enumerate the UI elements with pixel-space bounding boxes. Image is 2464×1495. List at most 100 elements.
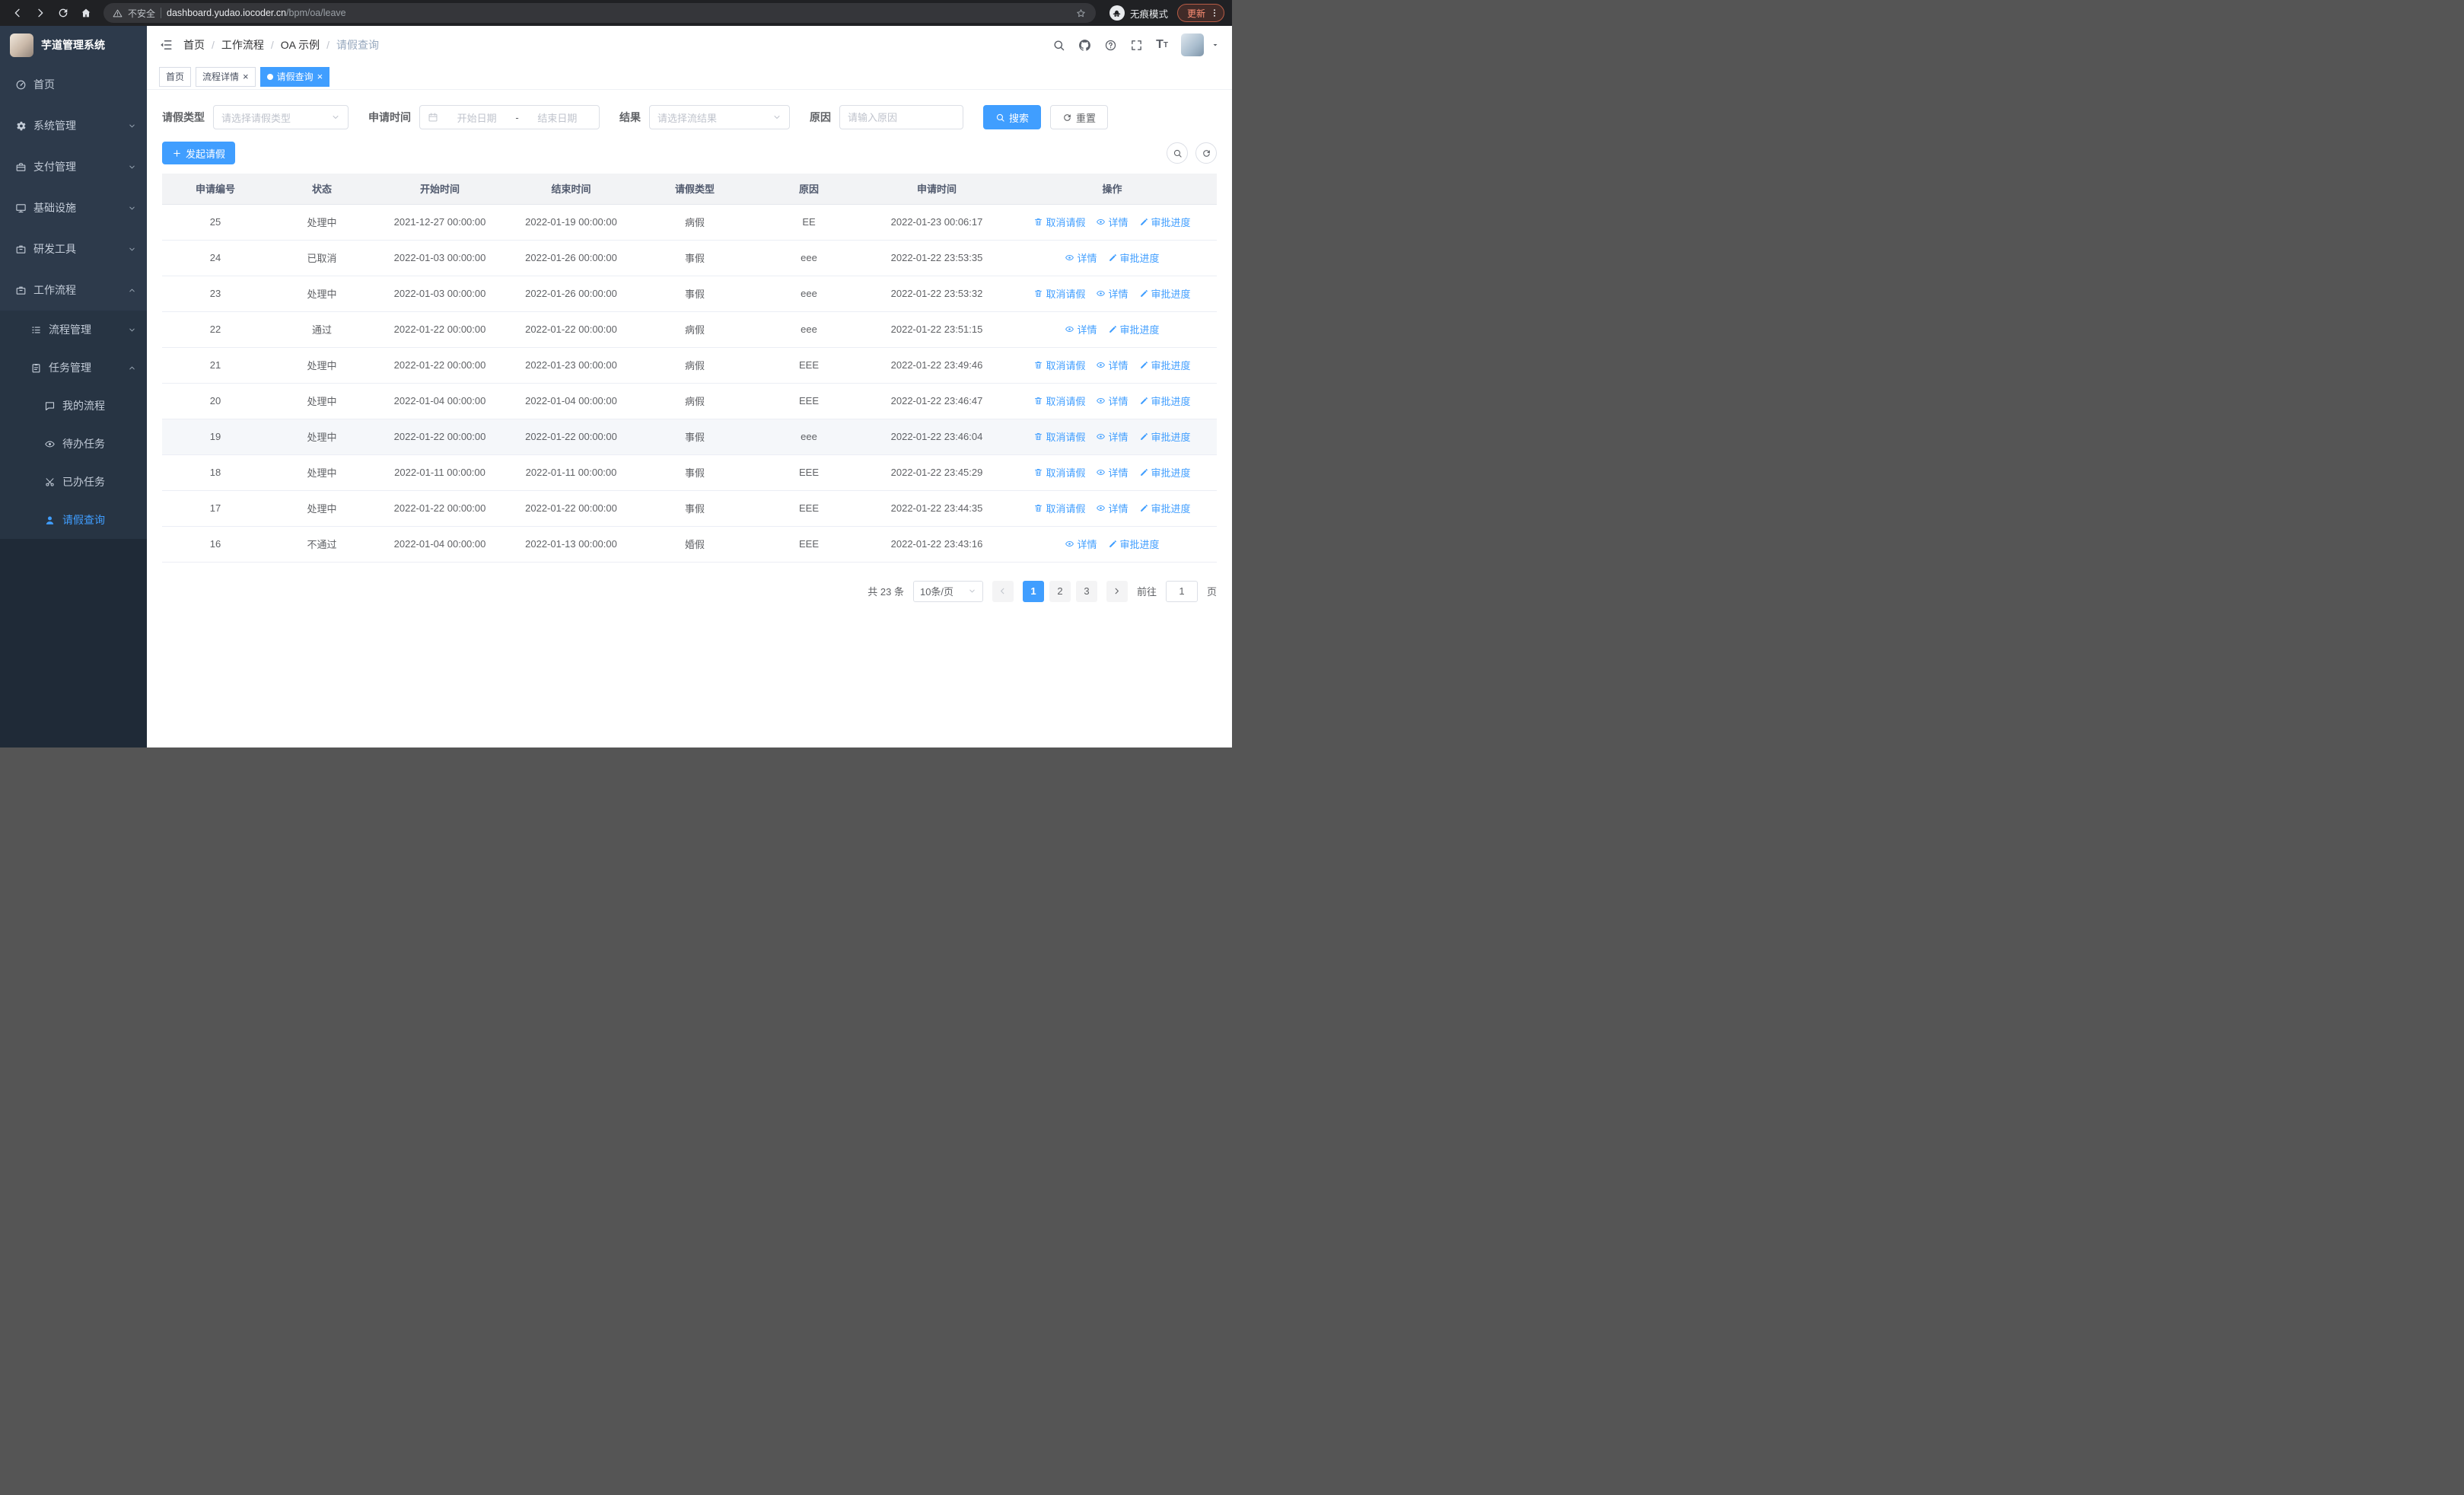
page-size-select[interactable]: 10条/页 (912, 580, 983, 602)
leave-type-select[interactable]: 请选择请假类型 (213, 105, 349, 129)
result-placeholder: 请选择流结果 (657, 112, 718, 124)
reset-button[interactable]: 重置 (1050, 105, 1109, 129)
detail-link[interactable]: 详情 (1065, 322, 1097, 336)
cell-start-time: 2022-01-22 00:00:00 (375, 347, 505, 384)
cancel-leave-link[interactable]: 取消请假 (1033, 358, 1085, 372)
create-leave-button[interactable]: 发起请假 (162, 142, 236, 164)
goto-page-input[interactable] (1165, 580, 1198, 602)
sidebar-item-infrastructure[interactable]: 基础设施 (0, 187, 147, 228)
cancel-leave-link[interactable]: 取消请假 (1033, 429, 1085, 444)
approval-progress-link[interactable]: 审批进度 (1139, 465, 1191, 480)
page-size-value: 10条/页 (919, 586, 954, 598)
detail-link[interactable]: 详情 (1096, 215, 1129, 229)
sidebar-item-home[interactable]: 首页 (0, 64, 147, 105)
progress-icon (1108, 324, 1118, 334)
help-icon[interactable] (1104, 39, 1117, 52)
cell-apply-time: 2022-01-22 23:43:16 (866, 526, 1008, 563)
sidebar-item-process-management[interactable]: 流程管理 (0, 311, 147, 349)
workflow-submenu: 流程管理 任务管理 我的流程 待办任务 已办任务 请假查询 (0, 311, 147, 539)
detail-link[interactable]: 详情 (1065, 250, 1097, 265)
sidebar-item-my-process[interactable]: 我的流程 (0, 387, 147, 425)
cell-status: 处理中 (269, 204, 375, 241)
approval-progress-link[interactable]: 审批进度 (1139, 358, 1191, 372)
chevron-right-icon (1112, 586, 1122, 596)
reason-input[interactable] (839, 105, 963, 129)
user-menu-caret-icon[interactable] (1211, 40, 1220, 49)
address-bar[interactable]: 不安全 dashboard.yudao.iocoder.cn/bpm/oa/le… (103, 3, 1096, 23)
tab-leave-query[interactable]: 请假查询 × (259, 66, 330, 87)
next-page-button[interactable] (1106, 580, 1128, 602)
font-size-icon[interactable]: TT (1156, 38, 1168, 52)
approval-progress-link[interactable]: 审批进度 (1108, 537, 1160, 551)
detail-link[interactable]: 详情 (1096, 429, 1129, 444)
bookmark-star-icon[interactable] (1075, 8, 1087, 19)
browser-menu-icon[interactable] (1209, 8, 1220, 18)
leave-type-placeholder: 请选择请假类型 (221, 112, 291, 124)
close-icon[interactable]: × (317, 72, 323, 81)
page-button-1[interactable]: 1 (1022, 580, 1044, 602)
pagination: 共 23 条 10条/页 123 前往 页 (162, 580, 1217, 602)
detail-icon (1065, 539, 1074, 549)
user-avatar[interactable] (1181, 33, 1204, 56)
header-search-icon[interactable] (1052, 39, 1065, 52)
approval-progress-link[interactable]: 审批进度 (1108, 322, 1160, 336)
breadcrumb-item-workflow[interactable]: 工作流程 (221, 37, 264, 53)
tab-process-detail[interactable]: 流程详情 × (196, 66, 256, 87)
detail-link[interactable]: 详情 (1096, 465, 1129, 480)
cancel-leave-link[interactable]: 取消请假 (1033, 215, 1085, 229)
detail-link[interactable]: 详情 (1096, 286, 1129, 301)
approval-progress-link[interactable]: 审批进度 (1139, 394, 1191, 408)
toggle-search-button[interactable] (1167, 142, 1188, 164)
approval-progress-link[interactable]: 审批进度 (1139, 501, 1191, 515)
refresh-table-button[interactable] (1195, 142, 1217, 164)
breadcrumb-separator: / (212, 39, 215, 51)
browser-home-button[interactable] (76, 3, 96, 23)
sidebar-item-done-tasks[interactable]: 已办任务 (0, 463, 147, 501)
browser-back-button[interactable] (8, 3, 27, 23)
monitor-icon (15, 202, 27, 214)
sidebar-item-leave-query[interactable]: 请假查询 (0, 501, 147, 539)
sidebar-item-todo-tasks[interactable]: 待办任务 (0, 425, 147, 463)
page-button-3[interactable]: 3 (1075, 580, 1097, 602)
sidebar-item-system[interactable]: 系统管理 (0, 105, 147, 146)
approval-progress-link[interactable]: 审批进度 (1139, 429, 1191, 444)
breadcrumb-item-home[interactable]: 首页 (183, 37, 205, 53)
detail-link[interactable]: 详情 (1096, 358, 1129, 372)
leave-type-label: 请假类型 (162, 111, 205, 123)
result-select[interactable]: 请选择流结果 (649, 105, 790, 129)
browser-forward-button[interactable] (30, 3, 50, 23)
sidebar-item-workflow[interactable]: 工作流程 (0, 269, 147, 311)
cancel-leave-link[interactable]: 取消请假 (1033, 394, 1085, 408)
fullscreen-icon[interactable] (1130, 39, 1143, 52)
breadcrumb-item-oa-example[interactable]: OA 示例 (281, 37, 320, 53)
cell-status: 处理中 (269, 383, 375, 419)
sidebar-collapse-button[interactable] (159, 38, 173, 52)
sidebar-item-label: 请假查询 (62, 514, 105, 526)
cancel-leave-link[interactable]: 取消请假 (1033, 286, 1085, 301)
app-logo[interactable]: 芋道管理系统 (0, 26, 147, 64)
browser-update-button[interactable]: 更新 (1176, 4, 1224, 22)
page-button-2[interactable]: 2 (1049, 580, 1071, 602)
sidebar-item-payment[interactable]: 支付管理 (0, 146, 147, 187)
sidebar-item-task-management[interactable]: 任务管理 (0, 349, 147, 387)
apply-time-range-picker[interactable]: 开始日期 - 结束日期 (419, 105, 600, 129)
search-button[interactable]: 搜索 (983, 105, 1042, 129)
detail-link[interactable]: 详情 (1096, 394, 1129, 408)
detail-link[interactable]: 详情 (1065, 537, 1097, 551)
approval-progress-link[interactable]: 审批进度 (1108, 250, 1160, 265)
goto-label: 前往 (1136, 586, 1157, 598)
approval-progress-link[interactable]: 审批进度 (1139, 215, 1191, 229)
browser-reload-button[interactable] (53, 3, 73, 23)
cancel-leave-link[interactable]: 取消请假 (1033, 501, 1085, 515)
github-icon[interactable] (1078, 39, 1091, 52)
task-submenu: 我的流程 待办任务 已办任务 请假查询 (0, 387, 147, 539)
progress-icon (1108, 539, 1118, 549)
sidebar-item-devtools[interactable]: 研发工具 (0, 228, 147, 269)
approval-progress-link[interactable]: 审批进度 (1139, 286, 1191, 301)
close-icon[interactable]: × (243, 72, 249, 81)
cancel-leave-link[interactable]: 取消请假 (1033, 465, 1085, 480)
tab-home[interactable]: 首页 (159, 66, 192, 87)
detail-link[interactable]: 详情 (1096, 501, 1129, 515)
table-row: 23 处理中 2022-01-03 00:00:00 2022-01-26 00:00… (162, 276, 1217, 312)
prev-page-button[interactable] (992, 580, 1014, 602)
